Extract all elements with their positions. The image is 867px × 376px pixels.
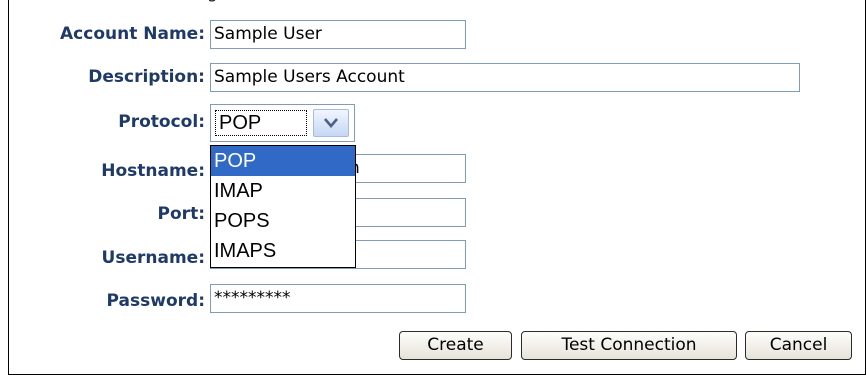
protocol-option-imap[interactable]: IMAP [211, 176, 355, 206]
protocol-dropdown-list[interactable]: POP IMAP POPS IMAPS [210, 145, 356, 268]
dropdown-arrow-button[interactable] [313, 109, 349, 137]
description-input[interactable]: Sample Users Account [210, 63, 800, 92]
protocol-select[interactable]: POP [210, 104, 355, 142]
protocol-option-pops[interactable]: POPS [211, 206, 355, 236]
protocol-label: Protocol: [118, 112, 205, 132]
account-form-panel: g [8, 0, 866, 375]
password-label: Password: [106, 291, 205, 311]
create-button[interactable]: Create [399, 331, 512, 360]
chevron-down-icon [324, 118, 338, 128]
port-label: Port: [157, 204, 205, 224]
hostname-label: Hostname: [101, 161, 205, 181]
protocol-option-pop[interactable]: POP [211, 146, 355, 176]
description-label: Description: [88, 67, 205, 87]
account-name-label: Account Name: [60, 24, 205, 44]
protocol-option-imaps[interactable]: IMAPS [211, 236, 355, 266]
username-label: Username: [101, 248, 205, 268]
cancel-button[interactable]: Cancel [745, 331, 852, 360]
account-name-input[interactable]: Sample User [210, 20, 466, 49]
password-input[interactable]: ********* [210, 284, 466, 313]
test-connection-button[interactable]: Test Connection [521, 331, 737, 360]
protocol-selected-value: POP [215, 110, 307, 136]
cutoff-heading: g [207, 0, 218, 3]
